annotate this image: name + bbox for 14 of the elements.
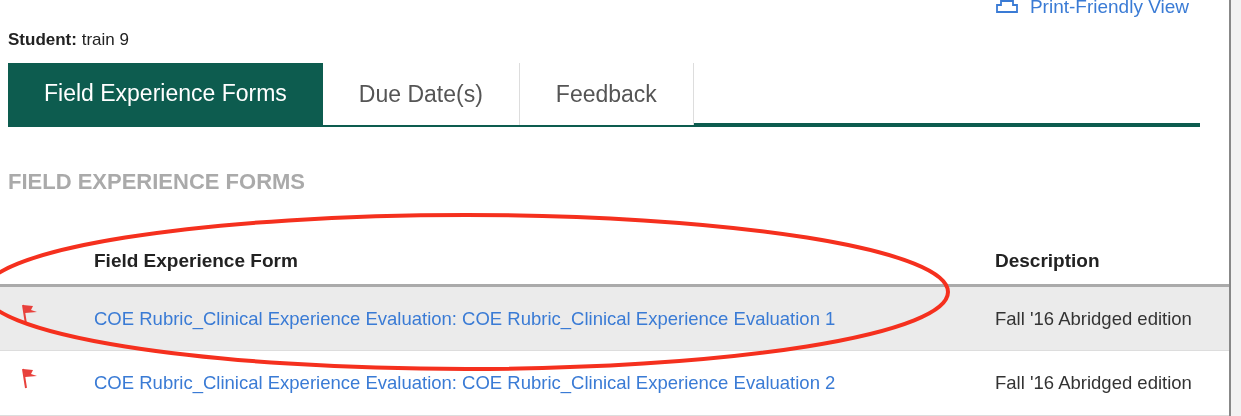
table-cell-text: Fall '16 Abridged edition [995, 371, 1192, 396]
form-link[interactable]: COE Rubric_Clinical Experience Evaluation: COE Rubric_Clinical Experience Evaluation 1 [94, 304, 995, 333]
section-title: FIELD EXPERIENCE FORMS [7, 167, 307, 196]
print-icon [995, 0, 1018, 14]
table-cell-text: Fall '16 Abridged edition [995, 306, 1192, 331]
tab[interactable]: Feedback [519, 62, 694, 125]
form-link[interactable]: COE Rubric_Clinical Experience Evaluation: COE Rubric_Clinical Experience Evaluation 2 [94, 369, 995, 398]
table-row[interactable]: COE Rubric_Clinical Experience Evaluation: COE Rubric_Clinical Experience Evaluation 1 Fall '16 Abridged edition [0, 286, 1229, 352]
column-header: Field Experience Form [94, 248, 299, 273]
print-friendly-link[interactable]: Print-Friendly View [995, 0, 1189, 17]
column-header: Description [995, 248, 1100, 273]
tab[interactable]: Field Experience Forms [8, 62, 323, 123]
tab[interactable]: Due Date(s) [322, 62, 520, 125]
student-label: Student: train 9 [7, 29, 130, 52]
